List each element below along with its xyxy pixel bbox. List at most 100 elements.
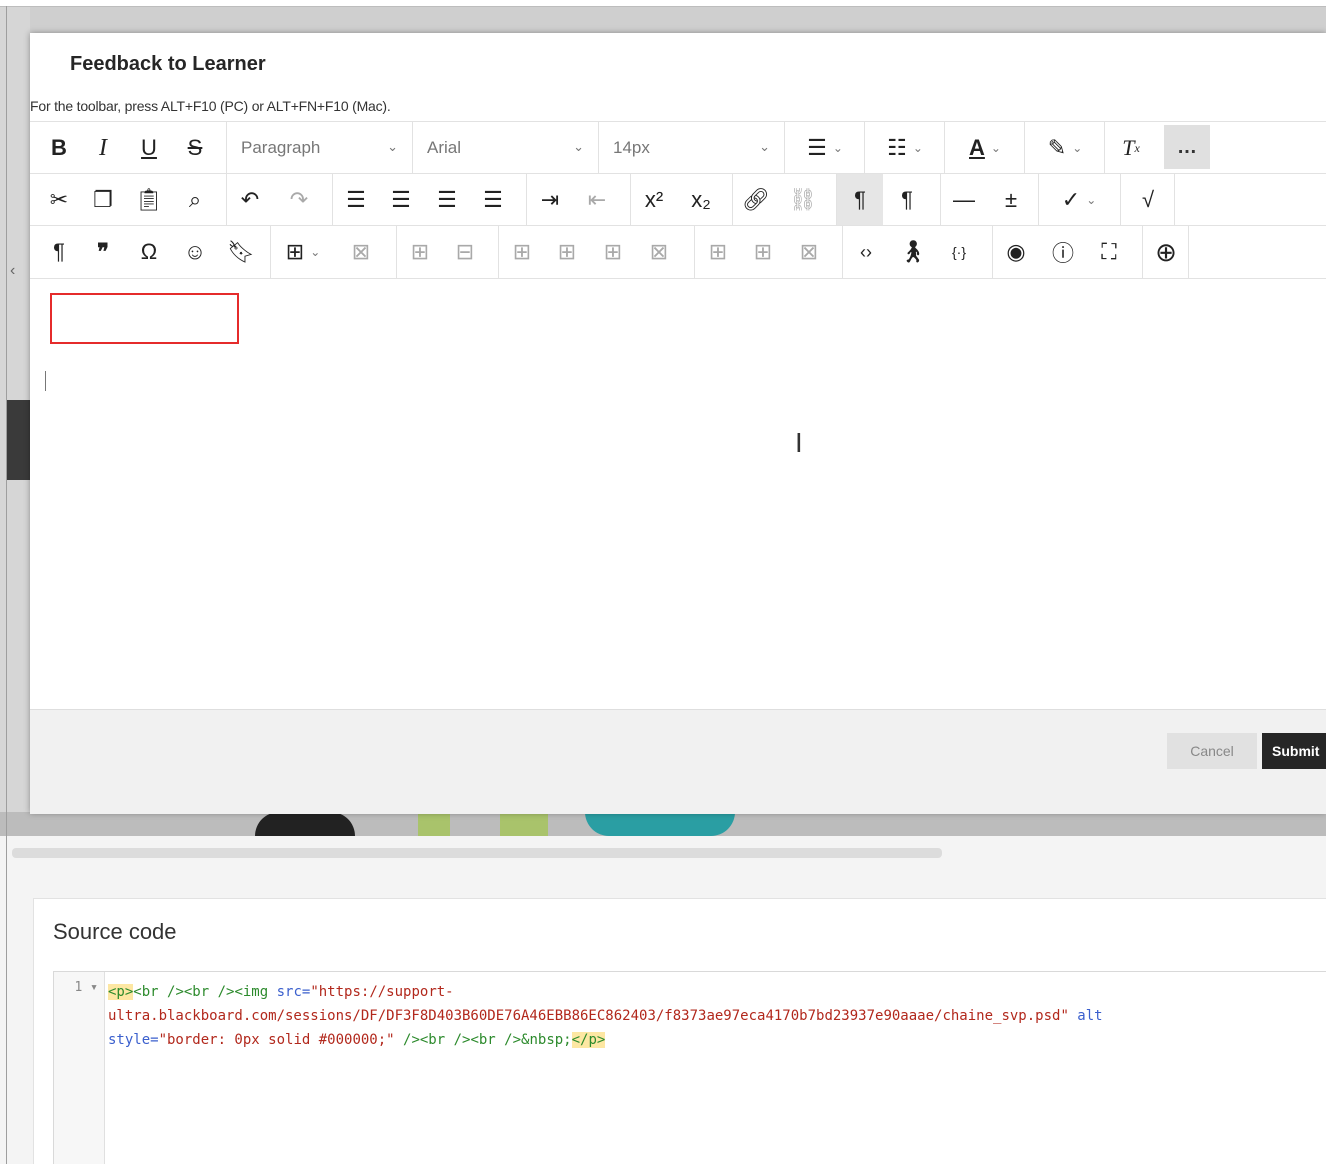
bookmark-icon[interactable]: 🔖︎ (224, 226, 258, 278)
blurred-background-text (12, 848, 942, 858)
code-token: /><br /><br /> (394, 1032, 522, 1048)
undo-icon[interactable]: ↶ (226, 174, 273, 226)
fullscreen-icon[interactable]: ⛶ (1086, 226, 1132, 278)
code-editor[interactable]: 1 ▾ <p><br /><br /><img src="https://sup… (53, 971, 1326, 1164)
ibeam-cursor-icon: I (795, 429, 803, 459)
code-token: ultra.blackboard.com/sessions/DF/DF3F8D4… (108, 1008, 1069, 1024)
insert-row-after-icon[interactable]: ⊞ (590, 226, 636, 278)
code-line: <p><br /><br /><img src="https://support… (108, 980, 1103, 1004)
italic-icon[interactable]: I (86, 122, 120, 174)
ltr-direction-icon[interactable]: ¶ (836, 174, 883, 226)
align-justify-icon[interactable]: ☰ (470, 174, 516, 226)
copy-icon[interactable]: ❐ (86, 174, 120, 226)
highlight-color-icon[interactable]: ✎ ⌄ (1024, 122, 1105, 174)
insert-anchor-icon[interactable]: ± (988, 174, 1034, 226)
align-center-icon[interactable]: ☰ (378, 174, 424, 226)
text-color-icon[interactable]: A ⌄ (944, 122, 1025, 174)
bullet-list-icon[interactable]: ☰ ⌄ (784, 122, 865, 174)
align-right-icon[interactable]: ☰ (424, 174, 470, 226)
more-options-button[interactable]: … (1164, 125, 1210, 169)
editor-screenshot: ‹ Feedback to Learner For the toolbar, p… (0, 0, 1326, 836)
math-icon[interactable]: √ (1120, 174, 1175, 226)
bold-icon[interactable]: B (42, 122, 76, 174)
chevron-down-icon: ⌄ (759, 139, 770, 154)
submit-button[interactable]: Submit (1262, 733, 1326, 769)
editor-content-area[interactable]: I (30, 279, 1326, 709)
code-text[interactable]: <p><br /><br /><img src="https://support… (108, 980, 1103, 1052)
spellcheck-icon[interactable]: ✓ ⌄ (1038, 174, 1119, 226)
code-token: <br /><br /><img (133, 984, 277, 1000)
special-character-icon[interactable]: Ω (132, 226, 166, 278)
code-token: "border: 0px solid #000000;" (158, 1032, 395, 1048)
toolbar-divider (1174, 174, 1176, 226)
insert-column-after-icon[interactable]: ⊞ (740, 226, 786, 278)
toolbar-row-3: ¶ ❞ Ω ☺ 🔖︎ ⊞ ⌄ ⊠ ⊞ ⊟ ⊞ ⊞ ⊞ ⊠ ⊞ ⊞ ⊠ ‹› 🚶︎ … (30, 225, 1326, 279)
source-code-title: Source code (53, 919, 177, 944)
insert-column-before-icon[interactable]: ⊞ (694, 226, 741, 278)
background-shape (255, 812, 355, 836)
horizontal-line-icon[interactable]: — (940, 174, 987, 226)
code-token: </p> (571, 1032, 606, 1048)
numbered-list-icon[interactable]: ☷ ⌄ (864, 122, 945, 174)
preview-icon[interactable]: ◉ (992, 226, 1039, 278)
insert-row-before-icon[interactable]: ⊞ (544, 226, 590, 278)
modal-title: Feedback to Learner (70, 53, 266, 75)
add-content-icon[interactable]: ⊕ (1142, 226, 1189, 278)
size-select[interactable]: 14px ⌄ (598, 122, 784, 174)
help-icon[interactable]: ⓘ (1040, 226, 1086, 278)
clear-formatting-icon[interactable]: Tx (1104, 122, 1157, 174)
merge-cells-icon[interactable]: ⊞ (498, 226, 545, 278)
table-row-props-icon[interactable]: ⊞ (396, 226, 443, 278)
chevron-down-icon: ⌄ (573, 139, 584, 154)
left-border-line (6, 6, 7, 1164)
search-icon[interactable]: ⌕ (178, 174, 212, 226)
code-line: ultra.blackboard.com/sessions/DF/DF3F8D4… (108, 1004, 1103, 1028)
format-select[interactable]: Paragraph ⌄ (226, 122, 412, 174)
blockquote-icon[interactable]: ❞ (86, 226, 120, 278)
line-number: 1 ▾ (74, 980, 98, 995)
underline-icon[interactable]: U (132, 122, 166, 174)
font-select[interactable]: Arial ⌄ (412, 122, 598, 174)
table-cell-props-icon[interactable]: ⊟ (442, 226, 488, 278)
strikethrough-icon[interactable]: S (178, 122, 212, 174)
align-left-icon[interactable]: ☰ (332, 174, 379, 226)
source-code-icon[interactable]: ‹› (842, 226, 889, 278)
background-shape (500, 812, 548, 836)
paragraph-mark-icon[interactable]: ¶ (42, 226, 76, 278)
code-token: style= (108, 1032, 159, 1048)
chevron-down-icon: ⌄ (387, 139, 398, 154)
superscript-icon[interactable]: x² (630, 174, 677, 226)
delete-table-icon[interactable]: ⊠ (338, 226, 384, 278)
background-shape (585, 812, 735, 836)
delete-column-icon[interactable]: ⊠ (786, 226, 832, 278)
code-token: <p> (108, 984, 134, 1000)
background-left-dark (6, 400, 30, 480)
size-select-value: 14px (613, 138, 650, 157)
toolbar-divider (1188, 226, 1190, 278)
broken-image-placeholder[interactable] (50, 293, 239, 344)
table-icon[interactable]: ⊞ ⌄ (270, 226, 335, 278)
toolbar-row-1: B I U S Paragraph ⌄ Arial ⌄ 14px ⌄ ☰ ⌄ ☷ ⌄ A ⌄… (30, 121, 1326, 174)
accessibility-icon[interactable]: 🚶︎ (890, 226, 936, 278)
font-select-value: Arial (427, 138, 462, 157)
indent-icon[interactable]: ⇥ (526, 174, 573, 226)
rtl-direction-icon[interactable]: ¶ (884, 174, 930, 226)
code-token: alt (1068, 1008, 1103, 1024)
unlink-icon[interactable]: ⛓︎ (780, 174, 826, 226)
code-token: src= (276, 984, 311, 1000)
outdent-icon[interactable]: ⇤ (574, 174, 620, 226)
cancel-button[interactable]: Cancel (1167, 733, 1257, 769)
code-line: style="border: 0px solid #000000;" /><br… (108, 1028, 1103, 1052)
paste-icon[interactable]: 📋︎ (132, 174, 166, 226)
cut-icon[interactable]: ✂ (42, 174, 76, 226)
insert-variable-icon[interactable]: {·} (936, 226, 982, 278)
link-icon[interactable]: 🔗︎ (732, 174, 779, 226)
source-code-dialog: Source code 1 ▾ <p><br /><br /><img src=… (33, 898, 1326, 1164)
subscript-icon[interactable]: x₂ (678, 174, 724, 226)
line-number-value: 1 (74, 980, 83, 995)
feedback-modal: Feedback to Learner For the toolbar, pre… (30, 33, 1326, 814)
emoji-icon[interactable]: ☺ (178, 226, 212, 278)
delete-row-icon[interactable]: ⊠ (636, 226, 682, 278)
modal-footer: Cancel Submit (30, 709, 1326, 814)
redo-icon[interactable]: ↷ (276, 174, 322, 226)
